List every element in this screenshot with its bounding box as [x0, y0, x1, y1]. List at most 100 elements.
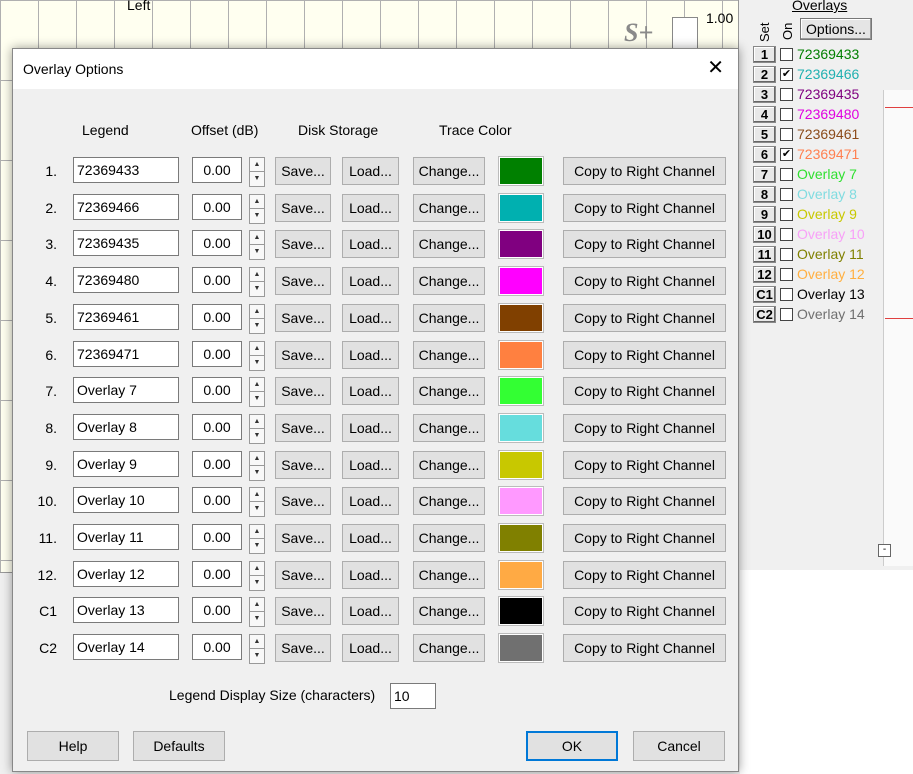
overlay-set-button[interactable]: 9 [753, 205, 776, 223]
load-button[interactable]: Load... [342, 340, 399, 369]
overlays-title[interactable]: Overlays [792, 0, 847, 13]
spin-down-icon[interactable]: ▼ [250, 244, 264, 258]
copy-to-right-channel-button[interactable]: Copy to Right Channel [563, 524, 726, 552]
spin-up-icon[interactable]: ▲ [250, 598, 264, 611]
load-button[interactable]: Load... [342, 157, 399, 185]
copy-to-right-channel-button[interactable]: Copy to Right Channel [563, 377, 726, 406]
offset-input[interactable] [192, 634, 242, 661]
copy-to-right-channel-button[interactable]: Copy to Right Channel [563, 597, 726, 626]
close-icon[interactable]: ✕ [707, 57, 724, 79]
offset-spinner[interactable]: ▲ ▼ [249, 487, 265, 518]
copy-to-right-channel-button[interactable]: Copy to Right Channel [563, 267, 726, 296]
copy-to-right-channel-button[interactable]: Copy to Right Channel [563, 303, 726, 332]
load-button[interactable]: Load... [342, 597, 399, 626]
spin-up-icon[interactable]: ▲ [250, 378, 264, 391]
offset-input[interactable] [192, 303, 242, 330]
spin-down-icon[interactable]: ▼ [250, 391, 264, 405]
offset-spinner[interactable]: ▲ ▼ [249, 230, 265, 261]
overlay-set-button[interactable]: 1 [753, 45, 776, 63]
load-button[interactable]: Load... [342, 193, 399, 222]
copy-to-right-channel-button[interactable]: Copy to Right Channel [563, 487, 726, 516]
legend-input[interactable] [73, 450, 179, 477]
spin-down-icon[interactable]: ▼ [250, 354, 264, 369]
offset-input[interactable] [192, 157, 242, 183]
overlay-set-button[interactable]: 10 [753, 225, 776, 243]
overlay-on-checkbox[interactable] [780, 207, 793, 221]
change-color-button[interactable]: Change... [413, 230, 485, 259]
minimize-icon[interactable]: - [878, 544, 891, 557]
save-button[interactable]: Save... [275, 634, 331, 663]
load-button[interactable]: Load... [342, 524, 399, 552]
legend-input[interactable] [73, 193, 179, 220]
overlay-on-checkbox[interactable] [780, 47, 793, 61]
cancel-button[interactable]: Cancel [633, 731, 725, 761]
overlay-on-checkbox[interactable]: ✔ [780, 147, 793, 161]
overlay-on-checkbox[interactable] [780, 87, 793, 101]
legend-input[interactable] [73, 157, 179, 183]
offset-input[interactable] [192, 193, 242, 220]
change-color-button[interactable]: Change... [413, 267, 485, 296]
change-color-button[interactable]: Change... [413, 157, 485, 185]
overlay-on-checkbox[interactable] [780, 107, 793, 121]
change-color-button[interactable]: Change... [413, 377, 485, 406]
change-color-button[interactable]: Change... [413, 634, 485, 663]
save-button[interactable]: Save... [275, 157, 331, 185]
copy-to-right-channel-button[interactable]: Copy to Right Channel [563, 340, 726, 369]
copy-to-right-channel-button[interactable]: Copy to Right Channel [563, 450, 726, 479]
save-button[interactable]: Save... [275, 193, 331, 222]
spin-down-icon[interactable]: ▼ [250, 648, 264, 662]
load-button[interactable]: Load... [342, 560, 399, 589]
overlay-set-button[interactable]: 7 [753, 165, 776, 183]
save-button[interactable]: Save... [275, 267, 331, 296]
change-color-button[interactable]: Change... [413, 303, 485, 332]
save-button[interactable]: Save... [275, 524, 331, 552]
offset-input[interactable] [192, 340, 242, 367]
legend-input[interactable] [73, 267, 179, 294]
save-button[interactable]: Save... [275, 560, 331, 589]
change-color-button[interactable]: Change... [413, 560, 485, 589]
spin-up-icon[interactable]: ▲ [250, 268, 264, 281]
overlay-on-checkbox[interactable] [780, 187, 793, 201]
overlay-options-button[interactable]: Options... [800, 18, 872, 40]
copy-to-right-channel-button[interactable]: Copy to Right Channel [563, 560, 726, 589]
load-button[interactable]: Load... [342, 377, 399, 406]
save-button[interactable]: Save... [275, 230, 331, 259]
legend-input[interactable] [73, 340, 179, 367]
save-button[interactable]: Save... [275, 450, 331, 479]
spin-down-icon[interactable]: ▼ [250, 501, 264, 515]
spin-down-icon[interactable]: ▼ [250, 427, 264, 442]
offset-input[interactable] [192, 450, 242, 477]
spin-down-icon[interactable]: ▼ [250, 464, 264, 479]
copy-to-right-channel-button[interactable]: Copy to Right Channel [563, 634, 726, 663]
offset-spinner[interactable]: ▲ ▼ [249, 193, 265, 224]
offset-input[interactable] [192, 597, 242, 624]
copy-to-right-channel-button[interactable]: Copy to Right Channel [563, 230, 726, 259]
save-button[interactable]: Save... [275, 377, 331, 406]
overlay-on-checkbox[interactable] [780, 307, 793, 321]
load-button[interactable]: Load... [342, 413, 399, 442]
legend-input[interactable] [73, 634, 179, 661]
legend-input[interactable] [73, 560, 179, 587]
help-button[interactable]: Help [27, 731, 119, 761]
overlay-set-button[interactable]: 11 [753, 245, 776, 263]
overlay-on-checkbox[interactable] [780, 267, 793, 281]
spin-up-icon[interactable]: ▲ [250, 342, 264, 355]
legend-input[interactable] [73, 524, 179, 550]
spin-down-icon[interactable]: ▼ [250, 317, 264, 332]
change-color-button[interactable]: Change... [413, 597, 485, 626]
offset-input[interactable] [192, 267, 242, 294]
load-button[interactable]: Load... [342, 230, 399, 259]
offset-input[interactable] [192, 413, 242, 440]
offset-spinner[interactable]: ▲ ▼ [249, 597, 265, 628]
legend-input[interactable] [73, 377, 179, 404]
spin-down-icon[interactable]: ▼ [250, 538, 264, 552]
offset-spinner[interactable]: ▲ ▼ [249, 413, 265, 444]
load-button[interactable]: Load... [342, 303, 399, 332]
spin-up-icon[interactable]: ▲ [250, 488, 264, 501]
offset-input[interactable] [192, 230, 242, 257]
offset-spinner[interactable]: ▲ ▼ [249, 524, 265, 554]
legend-input[interactable] [73, 413, 179, 440]
offset-spinner[interactable]: ▲ ▼ [249, 303, 265, 334]
save-button[interactable]: Save... [275, 303, 331, 332]
save-button[interactable]: Save... [275, 340, 331, 369]
